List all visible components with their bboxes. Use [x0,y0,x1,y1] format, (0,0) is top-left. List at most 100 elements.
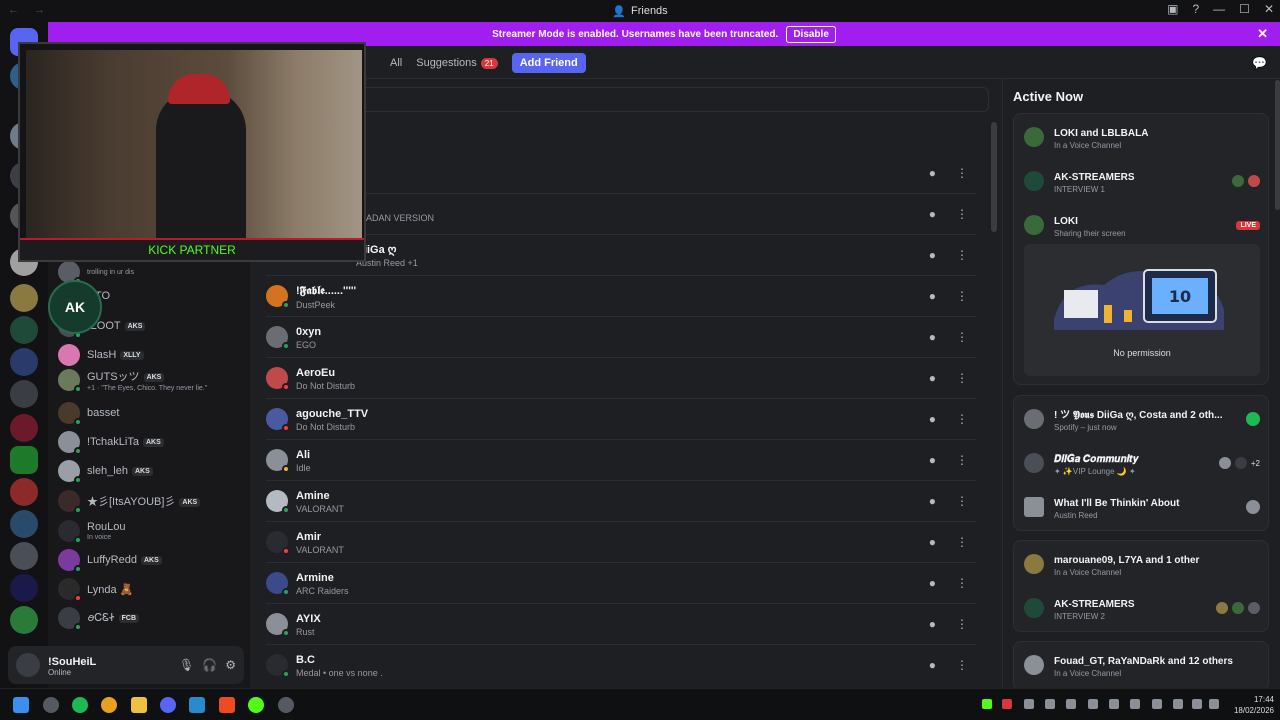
dm-item[interactable]: GUTSッツ AKS +1 · "The Eyes, Chico. They nev… [58,365,248,395]
close-window-button[interactable]: ✕ [1264,2,1274,16]
disable-button[interactable]: Disable [786,25,836,43]
more-options-icon[interactable]: ⋮ [956,330,968,344]
more-options-icon[interactable]: ⋮ [956,412,968,426]
dm-item[interactable]: ꪮᏟᏋᏐ FCB [58,604,248,632]
more-options-icon[interactable]: ⋮ [956,371,968,385]
dm-item[interactable]: LuffyRedd AKS [58,546,248,574]
friend-row[interactable]: !𝕱𝖆𝖇𝖑𝖊......''''' DustPeek ● ⋮ [266,275,976,316]
tray-icon[interactable] [982,699,992,709]
more-options-icon[interactable]: ⋮ [956,248,968,262]
more-options-icon[interactable]: ⋮ [956,535,968,549]
friend-row[interactable]: ADAN VERSION ● ⋮ [266,193,976,234]
more-options-icon[interactable]: ⋮ [956,576,968,590]
friend-row[interactable]: 0xyn EGO ● ⋮ [266,316,976,357]
tray-icon[interactable] [1045,699,1055,709]
more-options-icon[interactable]: ⋮ [956,617,968,631]
chrome-icon[interactable] [101,697,117,713]
more-options-icon[interactable]: ⋮ [956,289,968,303]
message-icon[interactable]: ● [929,330,936,344]
message-icon[interactable]: ● [929,207,936,221]
tray-icon[interactable] [1088,699,1098,709]
message-icon[interactable]: ● [929,535,936,549]
app-icon[interactable] [189,697,205,713]
message-icon[interactable]: ● [929,248,936,262]
nav-arrows-icon[interactable]: ← → [8,4,51,16]
server-icon[interactable] [10,414,38,442]
settings-gear-icon[interactable]: ⚙ [225,658,236,672]
activity-row[interactable]: AK-STREAMERS INTERVIEW 2 [1024,593,1260,623]
battery-icon[interactable] [1209,699,1219,709]
message-icon[interactable]: ● [929,494,936,508]
dm-item[interactable]: sleh_leh AKS [58,457,248,485]
activity-row[interactable]: ! ツ 𝖄𝖔𝖚𝖘 DiiGa ღ, Costa and 2 oth... Spot… [1024,404,1260,434]
message-icon[interactable]: ● [929,658,936,672]
friend-row[interactable]: Armine ARC Raiders ● ⋮ [266,562,976,603]
friend-row[interactable]: Amir VALORANT ● ⋮ [266,521,976,562]
friend-row[interactable]: DiiGa ღ Austin Reed +1 ● ⋮ [266,234,976,275]
friend-row[interactable]: Ali Idle ● ⋮ [266,439,976,480]
file-explorer-icon[interactable] [131,697,147,713]
server-icon[interactable] [10,574,38,602]
obs-icon[interactable] [278,697,294,713]
activity-card[interactable]: ! ツ 𝖄𝖔𝖚𝖘 DiiGa ღ, Costa and 2 oth... Spot… [1013,395,1269,531]
server-icon[interactable] [10,380,38,408]
server-icon[interactable] [10,446,38,474]
more-options-icon[interactable]: ⋮ [956,658,968,672]
avatar[interactable] [16,653,40,677]
tray-icon[interactable] [1002,699,1012,709]
message-icon[interactable]: ● [929,453,936,467]
message-icon[interactable]: ● [929,576,936,590]
kick-icon[interactable] [248,697,264,713]
help-icon[interactable]: ? [1192,2,1199,16]
dm-item[interactable]: !TchakLiTa AKS [58,428,248,456]
tab-all[interactable]: All [390,57,402,69]
friend-row[interactable]: ● ⋮ [266,152,976,193]
volume-icon[interactable] [1192,699,1202,709]
search-icon[interactable] [43,697,59,713]
scrollbar[interactable] [1275,80,1280,210]
headphones-icon[interactable]: 🎧 [202,658,217,672]
dm-item[interactable]: ★彡[ItsAYOUB]彡 AKS [58,487,248,515]
activity-row[interactable]: Fouad_GT, RaYaNDaRk and 12 others In a Vo… [1024,650,1260,680]
add-friend-button[interactable]: Add Friend [511,53,586,73]
brave-icon[interactable] [219,697,235,713]
server-icon[interactable] [10,316,38,344]
tray-icon[interactable] [1130,699,1140,709]
wifi-icon[interactable] [1173,699,1183,709]
maximize-button[interactable]: ☐ [1239,2,1250,16]
dm-item[interactable]: RouLou In voice [58,516,248,546]
friend-row[interactable]: agouche_TTV Do Not Disturb ● ⋮ [266,398,976,439]
message-icon[interactable]: ● [929,412,936,426]
activity-row[interactable]: marouane09, L7YA and 1 other In a Voice C… [1024,549,1260,579]
scrollbar[interactable] [991,122,997,232]
server-icon[interactable] [10,478,38,506]
message-icon[interactable]: ● [929,371,936,385]
more-options-icon[interactable]: ⋮ [956,207,968,221]
friend-row[interactable]: Amine VALORANT ● ⋮ [266,480,976,521]
clock[interactable]: 17:44 18/02/2026 [1234,694,1274,716]
more-options-icon[interactable]: ⋮ [956,453,968,467]
friend-row[interactable]: AeroEu Do Not Disturb ● ⋮ [266,357,976,398]
spotify-icon[interactable] [72,697,88,713]
dm-item[interactable]: Lynda 🧸 [58,575,248,603]
windows-start-icon[interactable] [13,697,29,713]
stream-preview[interactable]: 10 No permission [1024,244,1260,376]
server-icon[interactable] [10,348,38,376]
more-options-icon[interactable]: ⋮ [956,494,968,508]
search-input[interactable] [266,87,989,112]
microphone-icon[interactable] [1152,699,1162,709]
inbox-icon[interactable]: ▣ [1167,2,1178,16]
activity-card[interactable]: LOKI and LBLBALA In a Voice Channel AK-ST… [1013,113,1269,385]
server-icon[interactable] [10,542,38,570]
friend-row[interactable]: B.C Medal • one vs none . ● ⋮ [266,644,976,685]
activity-row[interactable]: LOKI Sharing their screen LIVE [1024,210,1260,240]
activity-card[interactable]: marouane09, L7YA and 1 other In a Voice C… [1013,540,1269,632]
friend-row[interactable]: AYIX Rust ● ⋮ [266,603,976,644]
activity-row[interactable]: 𝑫𝒊𝒊𝑮𝒂 𝑪𝒐𝒎𝒎𝒖𝒏𝒊𝒕𝒚 ✦ ✨VIP Lounge 🌙 ✦ +2 [1024,448,1260,478]
tray-icon[interactable] [1066,699,1076,709]
server-icon[interactable] [10,510,38,538]
microphone-icon[interactable]: 🎙 [179,658,194,672]
server-icon[interactable] [10,284,38,312]
tray-icon[interactable] [1109,699,1119,709]
server-icon[interactable] [10,606,38,634]
